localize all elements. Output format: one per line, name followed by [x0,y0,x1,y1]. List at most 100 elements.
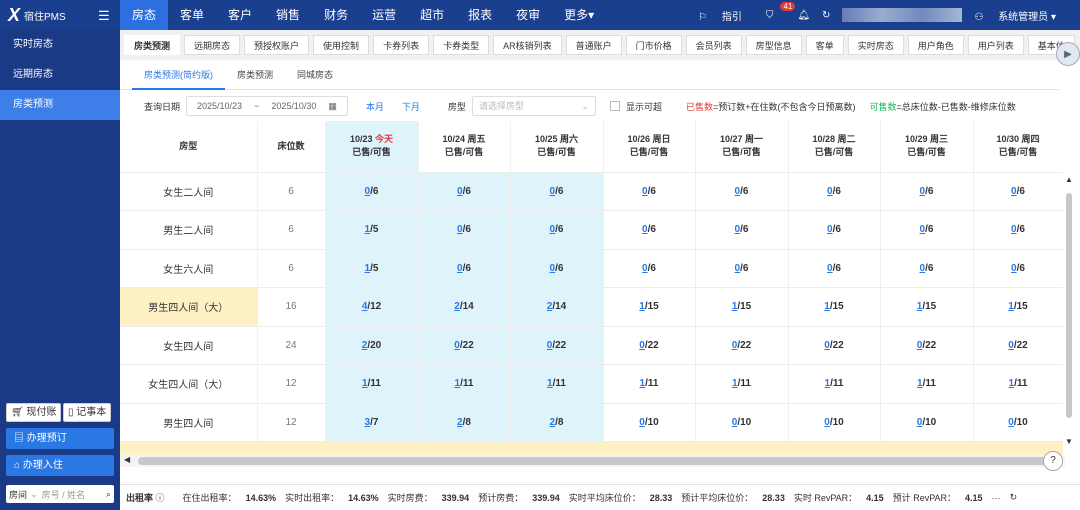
hscroll-thumb[interactable] [138,457,1060,465]
room-type-select[interactable]: 请选择房型 ⌄ [471,96,596,116]
cash-account-button[interactable]: 🛒︎ 现付账 [6,403,62,422]
avail-count: 8 [557,416,564,428]
room-search-input[interactable]: 房号 / 姓名 [42,488,106,501]
table-row: 男生二人间 6 1/5 0/6 0/6 0/6 0/6 0/6 0/6 0/6 [120,210,1063,250]
tab-realtime-status[interactable]: 实时房态 [847,35,904,55]
tab-future-status[interactable]: 远期房态 [184,35,241,55]
checkin-button[interactable]: ⌂ 办理入住 [6,455,114,476]
notification-button[interactable]: ⛉ 41 [766,1,796,21]
tab-room-forecast[interactable]: 房类预测 [124,35,181,55]
sidebar-item-realtime[interactable]: 实时房态 [0,30,120,60]
beds-cell: 16 [257,287,326,327]
nav-operations[interactable]: 运营 [360,0,408,30]
avail-count: 11 [647,378,659,390]
bell-icon[interactable]: 🔔︎ [797,10,810,21]
nav-night-audit[interactable]: 夜审 [504,0,552,30]
scroll-down-icon[interactable]: ▼ [1065,437,1073,446]
avail-count: 10 [1016,416,1028,428]
table-row: 男生四人间 12 3/7 2/8 2/8 0/10 0/10 0/10 0/10 0/10 [120,403,1063,442]
beds-cell: 6 [257,249,326,288]
avail-count: 10 [832,416,844,428]
stat-item: 预计 RevPAR： 4.15 [892,493,983,503]
refresh-icon[interactable]: ↻ [1010,492,1018,503]
more-icon[interactable]: ··· [992,493,1001,503]
menu-toggle-icon[interactable]: ☰ [98,8,110,24]
forecast-cell: 1/11 [788,364,881,404]
refresh-icon[interactable]: ↻ [822,10,830,21]
room-type-cell: 男生四人间 [120,403,258,442]
tab-coupon-list[interactable]: 卡券列表 [373,35,430,55]
scroll-up-icon[interactable]: ▲ [1065,175,1073,184]
tab-user-list[interactable]: 用户列表 [967,35,1024,55]
avail-count: 6 [465,262,471,274]
avail-count: 6 [1019,262,1025,274]
tab-ar-writeoff[interactable]: AR核销列表 [493,35,562,55]
avail-count: 6 [742,262,749,274]
avail-count: 10 [925,416,937,428]
avail-count: 7 [372,416,379,428]
vertical-scrollbar[interactable]: ▲ ▼ [1065,175,1073,455]
calendar-icon: ▤ [14,433,24,444]
forecast-cell: 2/8 [510,403,604,442]
nav-reports[interactable]: 报表 [456,0,504,30]
this-month-button[interactable]: 本月 [366,100,384,113]
nav-market[interactable]: 超市 [408,0,456,30]
forecast-cell: 0/10 [973,403,1063,442]
open-tabs: 房类预测 远期房态 预授权账户 使用控制 卡券列表 卡券类型 AR核销列表 普通… [120,30,1080,60]
avail-count: 6 [835,224,841,236]
chevron-down-icon: ⌄ [581,101,589,111]
subtab-forecast[interactable]: 房类预测 [225,60,285,90]
beds-cell: 6 [257,210,326,250]
show-sellable-checkbox[interactable] [609,101,620,111]
help-icon[interactable]: ? [1043,451,1063,471]
nav-finance[interactable]: 财务 [312,0,360,30]
forecast-cell: 1/5 [325,249,419,288]
forecast-cell: 0/6 [418,249,511,288]
legend-sold: 已售数 [685,101,713,112]
forecast-cell: 0/6 [880,172,974,211]
subtab-simple-forecast[interactable]: 房类预测(简约版) [132,60,225,90]
horizontal-scrollbar[interactable]: ◀ [120,455,1065,467]
tab-preauth[interactable]: 预授权账户 [244,35,310,55]
nav-sales[interactable]: 销售 [264,0,312,30]
tab-user-roles[interactable]: 用户角色 [907,35,964,55]
next-month-button[interactable]: 下月 [402,100,420,113]
stat-item: 实时出租率： 14.63% [285,493,379,503]
tab-room-type-info[interactable]: 房型信息 [745,35,802,55]
reserve-button[interactable]: ▤ 办理预订 [6,428,114,449]
date-range-picker[interactable]: 2025/10/23 ~ 2025/10/30 ▦ [186,96,348,116]
info-icon[interactable]: ⓘ [156,493,165,503]
forecast-cell: 0/6 [695,249,789,288]
tab-rack-rate[interactable]: 门市价格 [625,35,682,55]
tab-orders[interactable]: 客单 [805,35,844,55]
top-bar: X 宿住PMS ☰ 房态 客单 客户 销售 财务 运营 超市 报表 夜审 更多▾… [0,0,1080,30]
nav-room-status[interactable]: 房态 [120,0,169,30]
forecast-cell: 3/7 [325,403,419,442]
scroll-left-icon[interactable]: ◀ [124,455,130,464]
avail-count: 6 [1019,224,1025,236]
scroll-thumb[interactable] [1066,193,1072,418]
avail-count: 22 [647,339,659,351]
nav-customers[interactable]: 客户 [216,0,264,30]
memo-button[interactable]: ▯ 记事本 [63,403,112,422]
room-type-cell: 女生六人间 [120,249,258,288]
tab-usage-control[interactable]: 使用控制 [313,35,370,55]
forecast-table-container: 房型 床位数 10/23 今天 已售/可售 10/24 周五 已售/可售 10/25 周… [120,121,1063,455]
user-menu[interactable]: ⚇ 系统管理员 ▾ [974,8,1068,23]
calendar-icon: ▦ [328,101,337,111]
search-icon[interactable]: ⌕ [106,489,114,500]
sidebar-item-forecast[interactable]: 房类预测 [0,90,120,120]
nav-orders[interactable]: 客单 [168,0,216,30]
avail-count: 15 [647,301,659,313]
tab-coupon-type[interactable]: 卡券类型 [433,35,490,55]
nav-more[interactable]: 更多▾ [552,0,606,30]
sidebar-item-future[interactable]: 远期房态 [0,60,120,90]
forecast-cell: 0/22 [880,326,974,365]
room-search-type[interactable]: 房间 [6,488,30,501]
date-start: 2025/10/23 [197,101,243,111]
guide-link[interactable]: ⚐ 指引 [698,8,754,23]
chevron-down-icon[interactable]: ⌄ [30,489,42,500]
tab-member-list[interactable]: 会员列表 [685,35,742,55]
tab-general-account[interactable]: 普通账户 [565,35,622,55]
subtab-city-status[interactable]: 同城房态 [285,60,345,90]
